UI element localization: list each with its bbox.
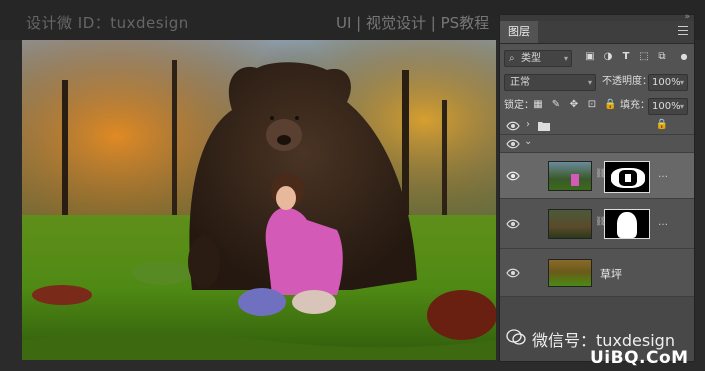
layer-name: 草坪 (600, 268, 622, 281)
watermark-right: UI | 视觉设计 | PS教程 (336, 14, 490, 32)
panel-menu-icon[interactable] (678, 26, 688, 36)
layer-row-grass[interactable]: 草坪 (500, 249, 694, 297)
watermark-left: 设计微 ID：tuxdesign (26, 14, 189, 32)
fill-input[interactable]: 100% ▾ (648, 98, 688, 115)
opacity-label: 不透明度： (602, 76, 652, 87)
layer-row-girl[interactable]: ⛓ … (500, 153, 694, 199)
layer-mask-thumbnail[interactable] (604, 209, 650, 239)
layer-thumbnail (548, 161, 592, 191)
opacity-input[interactable]: 100% ▾ (648, 74, 688, 91)
layer-more[interactable]: … (658, 169, 668, 180)
lock-artboard-icon[interactable]: ⊡ (586, 99, 598, 111)
chevron-right-icon[interactable]: › (526, 119, 530, 130)
filter-type-icon[interactable]: T (620, 51, 632, 63)
site-watermark: UiBQ.CoM (590, 348, 689, 368)
filter-adjustment-icon[interactable]: ◑ (602, 51, 614, 63)
search-icon: ⌕ (509, 53, 515, 64)
folder-icon (538, 122, 550, 131)
chevron-down-icon: ▾ (679, 78, 684, 87)
filter-pixel-icon[interactable]: ▣ (584, 51, 596, 63)
blend-mode-value: 正常 (510, 77, 530, 88)
opacity-value: 100% (652, 77, 681, 88)
filter-smart-object-icon[interactable]: ⧉ (656, 51, 668, 63)
tab-layers[interactable]: 图层 (500, 21, 538, 43)
lock-icon: 🔒 (655, 119, 668, 130)
filter-kind-select[interactable]: ⌕ 类型 ▾ (504, 50, 572, 67)
filter-shape-icon[interactable]: ⬚ (638, 51, 650, 63)
layer-thumbnail (548, 259, 592, 287)
filter-row: ⌕ 类型 ▾ ▣ ◑ T ⬚ ⧉ ● (500, 47, 694, 69)
lock-row: 锁定： ▦ ✎ ✥ ⊡ 🔒 填充： 100% ▾ (500, 95, 694, 117)
blend-row: 正常 ▾ 不透明度： 100% ▾ (500, 71, 694, 93)
lock-position-icon[interactable]: ✥ (568, 99, 580, 111)
lock-all-icon[interactable]: 🔒 (604, 99, 616, 111)
eye-icon[interactable] (506, 217, 520, 231)
chevron-down-icon: ▾ (587, 78, 592, 87)
layers-panel: » 图层 ⌕ 类型 ▾ ▣ ◑ T ⬚ ⧉ ● 正常 ▾ 不透明度： 100% … (499, 12, 695, 362)
eye-icon[interactable] (506, 137, 520, 151)
layer-row-group-collapsed[interactable]: › 🔒 (500, 117, 694, 135)
lock-pixels-icon[interactable]: ✎ (550, 99, 562, 111)
eye-icon[interactable] (506, 169, 520, 183)
composite-image (22, 40, 496, 360)
eye-icon[interactable] (506, 119, 520, 133)
filter-toggle-icon[interactable]: ● (678, 51, 690, 63)
lock-transparency-icon[interactable]: ▦ (532, 99, 544, 111)
layer-row-group-expanded[interactable]: ⌄ (500, 135, 694, 153)
chevron-down-icon: ▾ (563, 54, 568, 63)
panel-tab-bar: 图层 (500, 21, 694, 44)
layer-row-bear[interactable]: ⛓ … (500, 199, 694, 249)
filter-kind-label: 类型 (521, 53, 541, 64)
layers-list: › 🔒 ⌄ ⛓ … ⛓ … 草坪 (500, 117, 694, 361)
lock-label: 锁定： (504, 100, 534, 111)
chevron-down-icon: ▾ (679, 102, 684, 111)
layer-mask-thumbnail[interactable] (604, 161, 650, 193)
chevron-down-icon[interactable]: ⌄ (524, 136, 532, 147)
eye-icon[interactable] (506, 266, 520, 280)
blend-mode-select[interactable]: 正常 ▾ (504, 74, 596, 91)
layer-thumbnail (548, 209, 592, 239)
canvas[interactable] (22, 40, 496, 360)
fill-label: 填充： (620, 100, 650, 111)
fill-value: 100% (652, 101, 681, 112)
wechat-icon (506, 329, 526, 345)
layer-more[interactable]: … (658, 217, 668, 228)
